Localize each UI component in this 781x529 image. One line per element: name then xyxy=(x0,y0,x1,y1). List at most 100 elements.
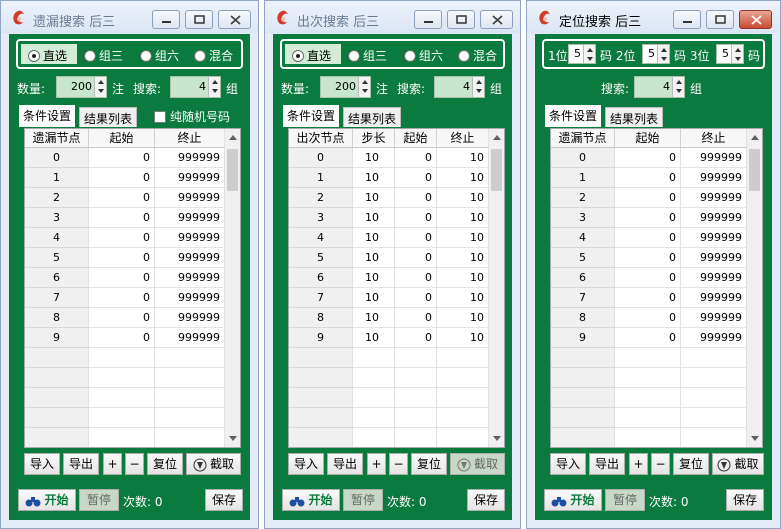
table-row[interactable]: 0 0 999999 xyxy=(551,148,747,168)
table-cell[interactable] xyxy=(615,388,681,408)
table-cell[interactable]: 999999 xyxy=(155,148,225,168)
radio-group6[interactable]: 组六 xyxy=(404,47,443,64)
table-cell[interactable]: 999999 xyxy=(155,248,225,268)
table-cell[interactable]: 999999 xyxy=(681,148,747,168)
table-cell[interactable]: 0 xyxy=(89,188,155,208)
table-cell[interactable] xyxy=(353,428,395,447)
vertical-scrollbar[interactable] xyxy=(224,129,240,447)
table-cell[interactable] xyxy=(353,368,395,388)
spinner-arrows-icon[interactable] xyxy=(657,45,669,63)
table-row[interactable] xyxy=(25,368,225,388)
remove-row-button[interactable]: − xyxy=(651,453,670,475)
table-row[interactable]: 7 0 999999 xyxy=(551,288,747,308)
table-cell[interactable] xyxy=(615,368,681,388)
radio-group3[interactable]: 组三 xyxy=(84,47,123,64)
radio-group6[interactable]: 组六 xyxy=(140,47,179,64)
table-cell[interactable]: 0 xyxy=(395,308,437,328)
table-row[interactable]: 3 0 999999 xyxy=(25,208,225,228)
table-cell[interactable]: 999999 xyxy=(155,188,225,208)
add-row-button[interactable]: + xyxy=(103,453,122,475)
table-cell[interactable]: 0 xyxy=(395,168,437,188)
table-cell[interactable]: 999999 xyxy=(155,328,225,348)
table-row[interactable]: 9 10 0 10 xyxy=(289,328,489,348)
table-row[interactable] xyxy=(25,388,225,408)
table-cell[interactable] xyxy=(615,348,681,368)
table-cell[interactable] xyxy=(89,408,155,428)
minimize-button[interactable] xyxy=(673,10,701,29)
radio-direct[interactable]: 直选 xyxy=(28,47,67,64)
table-cell[interactable]: 0 xyxy=(395,208,437,228)
capture-button[interactable]: 截取 xyxy=(186,453,241,475)
remove-row-button[interactable]: − xyxy=(389,453,408,475)
table-cell[interactable]: 999999 xyxy=(155,168,225,188)
table-cell[interactable] xyxy=(395,368,437,388)
table-row[interactable] xyxy=(289,428,489,447)
tab-results[interactable]: 结果列表 xyxy=(79,107,138,127)
vertical-scrollbar[interactable] xyxy=(488,129,504,447)
table-cell[interactable]: 10 xyxy=(437,208,489,228)
radio-mixed[interactable]: 混合 xyxy=(194,47,233,64)
search-spinner[interactable]: 4 xyxy=(634,76,685,98)
spinner-arrows-icon[interactable] xyxy=(358,77,370,97)
table-row[interactable]: 3 0 999999 xyxy=(551,208,747,228)
table-cell[interactable]: 10 xyxy=(437,148,489,168)
table-row[interactable]: 1 10 0 10 xyxy=(289,168,489,188)
table-row[interactable] xyxy=(25,348,225,368)
close-button[interactable] xyxy=(739,10,772,29)
table-row[interactable]: 6 0 999999 xyxy=(551,268,747,288)
table-cell[interactable] xyxy=(395,428,437,447)
add-row-button[interactable]: + xyxy=(367,453,386,475)
export-button[interactable]: 导出 xyxy=(63,453,99,475)
table-cell[interactable] xyxy=(437,348,489,368)
table-row[interactable] xyxy=(25,408,225,428)
table-row[interactable]: 2 0 999999 xyxy=(551,188,747,208)
table-cell[interactable]: 0 xyxy=(395,148,437,168)
table-cell[interactable] xyxy=(681,348,747,368)
table-cell[interactable]: 999999 xyxy=(681,168,747,188)
pause-button[interactable]: 暂停 xyxy=(79,489,119,511)
count-spinner[interactable]: 200 xyxy=(56,76,107,98)
table-row[interactable]: 4 0 999999 xyxy=(25,228,225,248)
table-row[interactable]: 4 10 0 10 xyxy=(289,228,489,248)
table-cell[interactable] xyxy=(681,388,747,408)
table-row[interactable] xyxy=(25,428,225,447)
scroll-thumb[interactable] xyxy=(227,149,238,191)
export-button[interactable]: 导出 xyxy=(327,453,363,475)
spinner-arrows-icon[interactable] xyxy=(472,77,484,97)
table-cell[interactable]: 0 xyxy=(615,188,681,208)
table-cell[interactable]: 0 xyxy=(395,228,437,248)
table-cell[interactable]: 10 xyxy=(353,288,395,308)
import-button[interactable]: 导入 xyxy=(24,453,60,475)
tab-conditions[interactable]: 条件设置 xyxy=(19,105,76,127)
table-cell[interactable] xyxy=(89,388,155,408)
table-cell[interactable] xyxy=(615,408,681,428)
search-spinner[interactable]: 4 xyxy=(170,76,221,98)
table-cell[interactable]: 0 xyxy=(89,148,155,168)
table-row[interactable]: 8 0 999999 xyxy=(551,308,747,328)
table-cell[interactable]: 10 xyxy=(353,328,395,348)
table-cell[interactable]: 0 xyxy=(395,188,437,208)
table-cell[interactable] xyxy=(155,388,225,408)
table-cell[interactable] xyxy=(395,388,437,408)
maximize-button[interactable] xyxy=(447,10,475,29)
maximize-button[interactable] xyxy=(706,10,734,29)
table-row[interactable] xyxy=(289,348,489,368)
table-cell[interactable]: 0 xyxy=(395,288,437,308)
remove-row-button[interactable]: − xyxy=(125,453,144,475)
table-cell[interactable]: 999999 xyxy=(155,228,225,248)
table-cell[interactable]: 10 xyxy=(437,228,489,248)
table-cell[interactable]: 0 xyxy=(89,228,155,248)
table-cell[interactable]: 0 xyxy=(615,288,681,308)
table-row[interactable]: 5 10 0 10 xyxy=(289,248,489,268)
table-row[interactable]: 2 10 0 10 xyxy=(289,188,489,208)
scroll-up-icon[interactable] xyxy=(493,135,501,140)
table-row[interactable]: 8 0 999999 xyxy=(25,308,225,328)
table-cell[interactable] xyxy=(155,408,225,428)
table-row[interactable]: 0 0 999999 xyxy=(25,148,225,168)
table-row[interactable]: 8 10 0 10 xyxy=(289,308,489,328)
pure-random-checkbox[interactable]: 纯随机号码 xyxy=(154,108,230,125)
capture-button[interactable]: 截取 xyxy=(712,453,764,475)
table-cell[interactable]: 999999 xyxy=(155,308,225,328)
table-cell[interactable] xyxy=(681,368,747,388)
start-button[interactable]: 开始 xyxy=(282,489,340,511)
